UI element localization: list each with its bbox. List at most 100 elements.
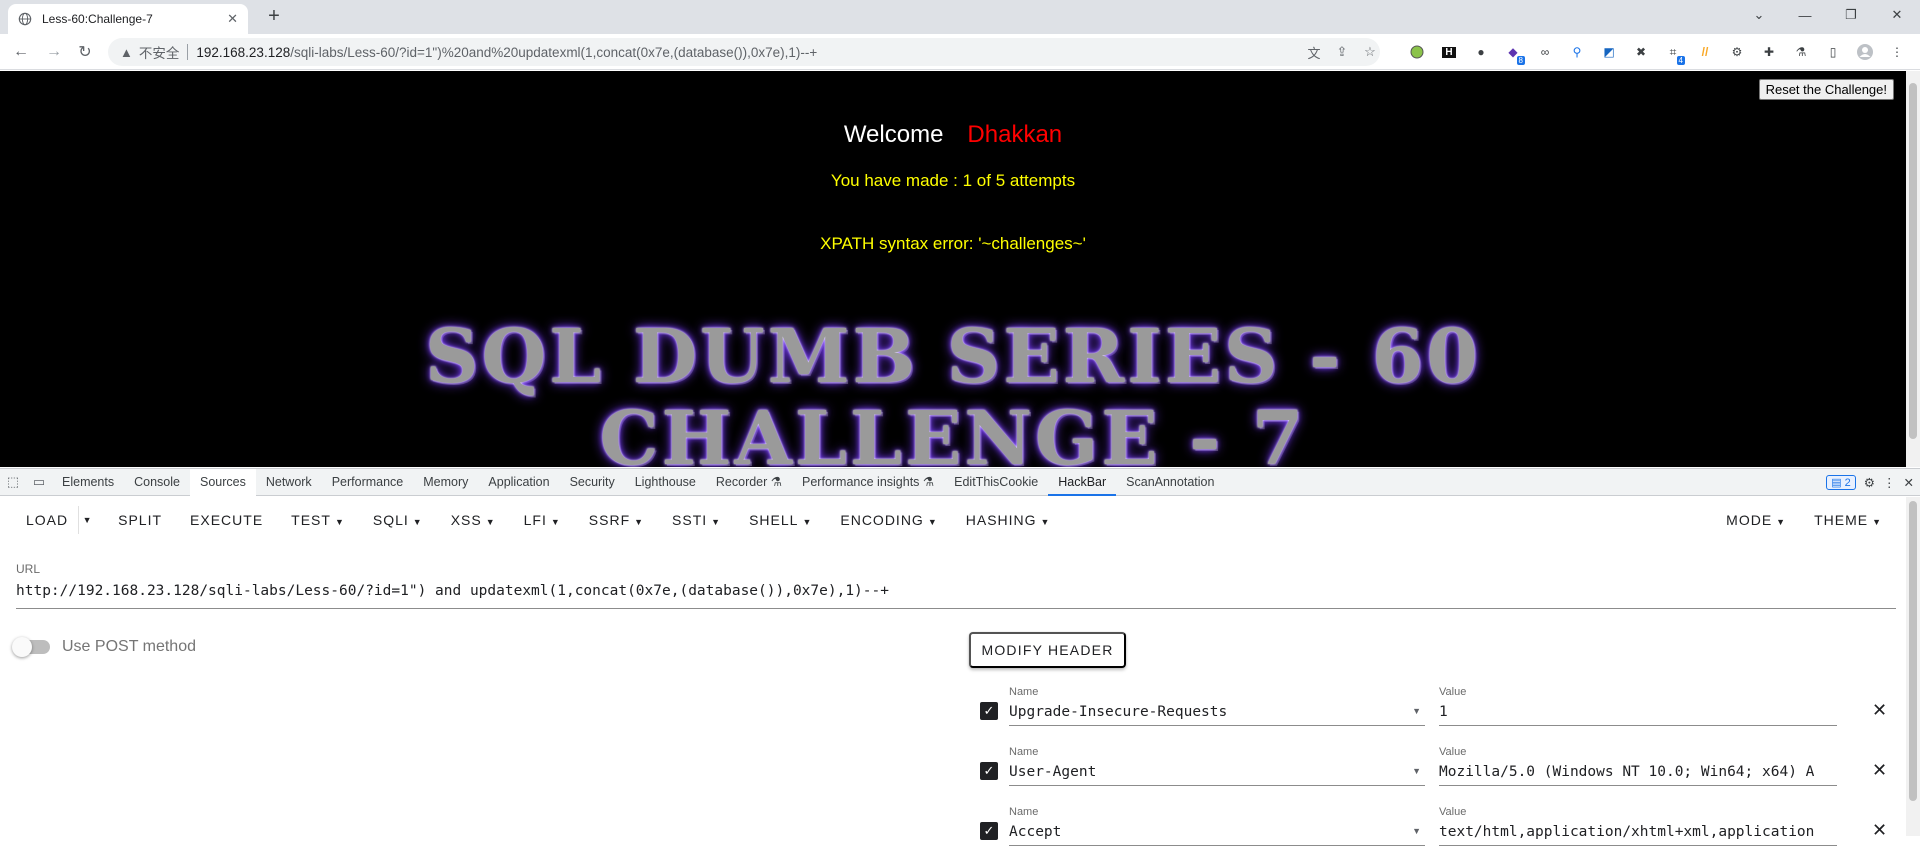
ssti-menu[interactable]: SSTI ▼	[658, 512, 735, 528]
page-scrollbar[interactable]	[1906, 71, 1920, 467]
hackbar-scrollbar[interactable]	[1906, 497, 1920, 836]
new-tab-button[interactable]: +	[262, 5, 286, 29]
devtools-close-icon[interactable]: ✕	[1904, 475, 1914, 490]
load-dropdown-icon[interactable]: ▼	[78, 506, 96, 534]
delete-header-icon[interactable]: ✕	[1872, 760, 1887, 781]
gear-icon[interactable]: ⚙	[1724, 40, 1750, 64]
forward-icon[interactable]: →	[43, 41, 65, 63]
devtools-tab-lighthouse[interactable]: Lighthouse	[625, 469, 706, 496]
devtools-tab-performance-insights[interactable]: Performance insights ⚗	[792, 469, 944, 496]
devtools-tab-network[interactable]: Network	[256, 469, 322, 496]
cookie-icon[interactable]: ●	[1468, 40, 1494, 64]
inspect-icon[interactable]: ⬚	[0, 469, 26, 495]
share-icon[interactable]: ⇪	[1328, 38, 1356, 66]
encoding-menu[interactable]: ENCODING ▼	[826, 512, 951, 528]
devtools-tab-sources[interactable]: Sources	[189, 468, 256, 496]
devtools-tab-hackbar[interactable]: HackBar	[1048, 469, 1117, 496]
delete-header-icon[interactable]: ✕	[1872, 820, 1887, 841]
page-scroll-thumb[interactable]	[1909, 83, 1917, 439]
hashing-label: HASHING	[965, 512, 1037, 528]
load-button[interactable]: LOAD	[0, 512, 78, 528]
devtools-tab-recorder[interactable]: Recorder ⚗	[706, 469, 792, 496]
settings-gear-icon[interactable]: ⚙	[1864, 475, 1875, 490]
devtools-tab-security[interactable]: Security	[560, 469, 625, 496]
header-value-field[interactable]: Value Mozilla/5.0 (Windows NT 10.0; Win6…	[1439, 742, 1837, 786]
extension-pin-icon[interactable]: ⚲	[1564, 40, 1590, 64]
extension-slash-icon[interactable]: //	[1692, 40, 1718, 64]
devtools-menu-icon[interactable]: ⋮	[1883, 475, 1896, 490]
reset-challenge-button[interactable]: Reset the Challenge!	[1758, 79, 1894, 100]
bookmark-star-icon[interactable]: ☆	[1356, 38, 1384, 66]
restore-button[interactable]: ❐	[1828, 0, 1874, 30]
reload-icon[interactable]: ↻	[74, 41, 96, 63]
devtools-tab-console[interactable]: Console	[124, 469, 190, 496]
profile-avatar-icon[interactable]	[1852, 40, 1878, 64]
extension-h-icon[interactable]: H	[1436, 40, 1462, 64]
toggle-track[interactable]	[12, 637, 50, 657]
theme-menu[interactable]: THEME ▼	[1800, 512, 1896, 528]
devtools-tab-application[interactable]: Application	[478, 469, 559, 496]
post-method-toggle[interactable]: Use POST method	[12, 637, 196, 657]
devtools-tab-memory[interactable]: Memory	[413, 469, 478, 496]
extension-chart-icon[interactable]: ◩	[1596, 40, 1622, 64]
ssrf-menu[interactable]: SSRF ▼	[575, 512, 658, 528]
tab-close-icon[interactable]: ✕	[227, 11, 238, 27]
hackbar-scroll-thumb[interactable]	[1909, 501, 1917, 801]
device-toggle-icon[interactable]: ▭	[26, 469, 52, 495]
dropdown-arrow-icon[interactable]: ▼	[1412, 766, 1421, 776]
test-menu[interactable]: TEST ▼	[277, 512, 359, 528]
header-name-field[interactable]: Name Upgrade-Insecure-Requests ▼	[1009, 682, 1425, 726]
browser-tab[interactable]: Less-60:Challenge-7 ✕	[8, 4, 248, 34]
modify-header-button[interactable]: MODIFY HEADER	[969, 632, 1126, 668]
close-window-button[interactable]: ✕	[1874, 0, 1920, 30]
extension-x-icon[interactable]: ✖	[1628, 40, 1654, 64]
dropdown-arrow-icon[interactable]: ▼	[1412, 826, 1421, 836]
toggle-thumb[interactable]	[12, 637, 32, 657]
split-button[interactable]: SPLIT	[104, 512, 176, 528]
devtools-tab-scanannotation[interactable]: ScanAnnotation	[1116, 469, 1224, 496]
xss-menu[interactable]: XSS ▼	[437, 512, 510, 528]
header-value-field[interactable]: Value 1	[1439, 682, 1837, 726]
ext-badge-2: 4	[1676, 56, 1685, 65]
header-name-value: User-Agent	[1009, 764, 1097, 780]
devtools-tab-editthiscookie[interactable]: EditThisCookie	[944, 469, 1048, 496]
extension-scan-icon[interactable]: ⌗ 4	[1660, 40, 1686, 65]
flask-small-icon: ⚗	[922, 474, 935, 489]
flask-icon[interactable]: ⚗	[1788, 40, 1814, 64]
menu-kebab-icon[interactable]: ⋮	[1884, 40, 1910, 64]
url-input[interactable]: http://192.168.23.128/sqli-labs/Less-60/…	[16, 583, 1896, 609]
header-checkbox[interactable]: ✓	[980, 822, 998, 840]
tab-search-icon[interactable]: ⌄	[1736, 0, 1782, 30]
performance-insights-label: Performance insights	[802, 474, 920, 489]
extension-link-icon[interactable]: ∞	[1532, 40, 1558, 64]
puzzle-icon[interactable]: ✚	[1756, 40, 1782, 64]
dropdown-arrow-icon[interactable]: ▼	[1412, 706, 1421, 716]
header-checkbox[interactable]: ✓	[980, 762, 998, 780]
lfi-menu[interactable]: LFI ▼	[510, 512, 575, 528]
sqli-label: SQLI	[372, 512, 409, 528]
header-name-field[interactable]: Name User-Agent ▼	[1009, 742, 1425, 786]
ssrf-label: SSRF	[588, 512, 631, 528]
extension-cube-icon[interactable]: ◆ 8	[1500, 40, 1526, 65]
delete-header-icon[interactable]: ✕	[1872, 700, 1887, 721]
address-actions: ⽂ ⇪ ☆	[1300, 38, 1384, 66]
devtools-tab-performance[interactable]: Performance	[322, 469, 414, 496]
mode-menu[interactable]: MODE ▼	[1712, 512, 1800, 528]
translate-icon[interactable]: ⽂	[1300, 38, 1328, 66]
shell-menu[interactable]: SHELL ▼	[735, 512, 826, 528]
hashing-menu[interactable]: HASHING ▼	[952, 512, 1065, 528]
sqli-menu[interactable]: SQLI ▼	[359, 512, 437, 528]
execute-button[interactable]: EXECUTE	[176, 512, 277, 528]
devtools-tab-elements[interactable]: Elements	[52, 469, 124, 496]
caret-down-icon: ▼	[1776, 517, 1787, 527]
lfi-label: LFI	[523, 512, 547, 528]
issues-badge[interactable]: ▤ 2	[1826, 475, 1856, 490]
address-bar[interactable]: ▲ 不安全 192.168.23.128/sqli-labs/Less-60/?…	[108, 38, 1380, 66]
header-name-field[interactable]: Name Accept ▼	[1009, 802, 1425, 846]
extension-circle-icon[interactable]	[1404, 40, 1430, 64]
header-value-field[interactable]: Value text/html,application/xhtml+xml,ap…	[1439, 802, 1837, 846]
header-checkbox[interactable]: ✓	[980, 702, 998, 720]
minimize-button[interactable]: —	[1782, 0, 1828, 30]
back-icon[interactable]: ←	[10, 41, 32, 63]
sidepanel-icon[interactable]: ▯	[1820, 40, 1846, 64]
